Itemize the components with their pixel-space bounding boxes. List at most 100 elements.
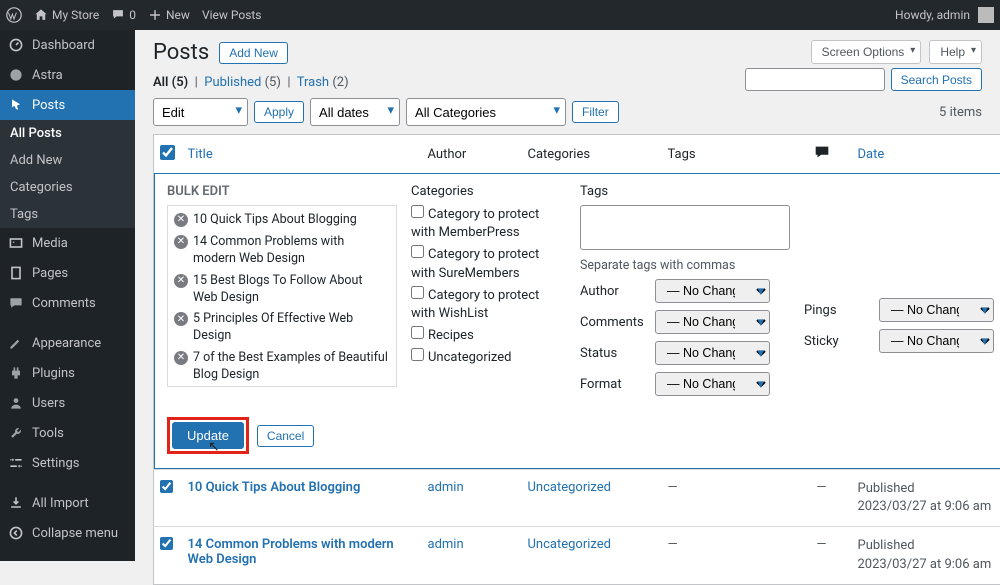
cat-item[interactable]: Category to protect with SureMembers — [411, 245, 566, 282]
author-link[interactable]: admin — [428, 480, 464, 495]
author-select[interactable]: — No Change — — [655, 279, 770, 303]
add-new-button[interactable]: Add New — [219, 42, 288, 64]
menu-astra[interactable]: Astra — [0, 60, 135, 90]
category-link[interactable]: Uncategorized — [528, 480, 611, 495]
comments-link[interactable]: 0 — [111, 8, 136, 22]
new-link[interactable]: New — [148, 8, 190, 22]
view-published[interactable]: Published (5) — [204, 75, 281, 90]
menu-posts[interactable]: Posts — [0, 90, 135, 120]
submenu-tags[interactable]: Tags — [0, 201, 135, 228]
post-title-link[interactable]: 10 Quick Tips About Blogging — [188, 480, 361, 495]
table-row: 10 Quick Tips About Blogging admin Uncat… — [154, 470, 1000, 527]
bulk-title-item: ✕10 Quick Tips About Blogging — [174, 212, 390, 229]
menu-collapse[interactable]: Collapse menu — [0, 518, 135, 548]
comments-value: — — [816, 480, 826, 495]
tags-value: — — [668, 537, 678, 552]
cursor-icon: ↖ — [208, 439, 220, 455]
date-filter-select[interactable]: All dates — [310, 98, 400, 126]
howdy-text[interactable]: Howdy, admin — [895, 8, 970, 22]
submenu-add-new[interactable]: Add New — [0, 147, 135, 174]
update-highlight: Update ↖ — [167, 417, 249, 454]
view-all[interactable]: All (5) — [153, 75, 188, 90]
help-button[interactable]: Help — [929, 40, 982, 64]
remove-icon[interactable]: ✕ — [174, 312, 188, 326]
format-select[interactable]: — No Change — — [655, 372, 770, 396]
tags-textarea[interactable] — [580, 205, 790, 250]
submenu-all-posts[interactable]: All Posts — [0, 120, 135, 147]
menu-media[interactable]: Media — [0, 228, 135, 258]
menu-pages[interactable]: Pages — [0, 258, 135, 288]
date-status: Published — [858, 481, 915, 496]
bulk-title-item: ✕7 of the Best Examples of Beautiful Blo… — [174, 350, 390, 384]
bulk-title-item: ✕14 Common Problems with modern Web Desi… — [174, 234, 390, 268]
pings-label: Pings — [804, 303, 869, 318]
col-tags: Tags — [662, 135, 792, 174]
col-date[interactable]: Date — [858, 147, 885, 162]
cat-item[interactable]: Category to protect with MemberPress — [411, 205, 566, 242]
site-home[interactable]: My Store — [34, 8, 99, 22]
category-filter-select[interactable]: All Categories — [406, 98, 566, 126]
status-select[interactable]: — No Change — — [655, 341, 770, 365]
apply-button[interactable]: Apply — [254, 101, 304, 123]
date-status: Published — [858, 538, 915, 553]
format-label: Format — [580, 377, 645, 392]
remove-icon[interactable]: ✕ — [174, 274, 188, 288]
status-label: Status — [580, 346, 645, 361]
pings-select[interactable]: — No Change — — [879, 298, 994, 322]
cat-item[interactable]: Category to protect with WishList — [411, 286, 566, 323]
view-posts-link[interactable]: View Posts — [202, 8, 262, 22]
admin-bar: My Store 0 New View Posts Howdy, admin — [0, 0, 1000, 30]
items-count: 5 items — [939, 105, 982, 120]
post-title-link[interactable]: 14 Common Problems with modern Web Desig… — [188, 537, 394, 567]
sticky-label: Sticky — [804, 334, 869, 349]
table-row: 14 Common Problems with modern Web Desig… — [154, 527, 1000, 584]
posts-table: Title Author Categories Tags Date BULK E… — [153, 134, 1000, 585]
select-all-checkbox[interactable] — [160, 145, 175, 160]
category-link[interactable]: Uncategorized — [528, 537, 611, 552]
remove-icon[interactable]: ✕ — [174, 351, 188, 365]
comments-label: Comments — [580, 315, 645, 330]
filter-button[interactable]: Filter — [572, 101, 619, 123]
cat-item[interactable]: Uncategorized — [411, 348, 566, 367]
author-link[interactable]: admin — [428, 537, 464, 552]
menu-settings[interactable]: Settings — [0, 448, 135, 478]
bulk-title-item: ✕15 Best Blogs To Follow About Web Desig… — [174, 273, 390, 307]
search-posts-button[interactable]: Search Posts — [891, 68, 982, 91]
main-content: Screen Options Help Posts Add New All (5… — [135, 30, 1000, 585]
menu-comments[interactable]: Comments — [0, 288, 135, 318]
sticky-select[interactable]: — No Change — — [879, 329, 994, 353]
view-trash[interactable]: Trash (2) — [297, 75, 349, 90]
menu-appearance[interactable]: Appearance — [0, 328, 135, 358]
comments-select[interactable]: — No Change — — [655, 310, 770, 334]
tags-label: Tags — [580, 184, 790, 199]
date-value: 2023/03/27 at 9:06 am — [858, 557, 992, 572]
col-title[interactable]: Title — [188, 147, 213, 162]
avatar[interactable] — [978, 7, 994, 23]
menu-users[interactable]: Users — [0, 388, 135, 418]
menu-all-import[interactable]: All Import — [0, 488, 135, 518]
cancel-button[interactable]: Cancel — [257, 425, 314, 447]
categories-checklist: Category to protect with MemberPress Cat… — [411, 205, 566, 368]
screen-options-button[interactable]: Screen Options — [811, 40, 922, 64]
comment-icon — [813, 143, 831, 161]
menu-tools[interactable]: Tools — [0, 418, 135, 448]
tags-value: — — [668, 480, 678, 495]
remove-icon[interactable]: ✕ — [174, 213, 188, 227]
cat-item[interactable]: Recipes — [411, 326, 566, 345]
bulk-edit-panel: BULK EDIT ✕10 Quick Tips About Blogging … — [154, 173, 1000, 469]
bulk-title-item: ✕5 Principles Of Effective Web Design — [174, 311, 390, 345]
remove-icon[interactable]: ✕ — [174, 235, 188, 249]
col-author: Author — [422, 135, 522, 174]
bulk-action-select[interactable]: Edit — [153, 98, 248, 126]
author-label: Author — [580, 284, 645, 299]
row-checkbox[interactable] — [160, 480, 173, 493]
menu-dashboard[interactable]: Dashboard — [0, 30, 135, 60]
posts-submenu: All Posts Add New Categories Tags — [0, 120, 135, 228]
categories-label: Categories — [411, 184, 566, 199]
search-input[interactable] — [745, 68, 885, 91]
menu-plugins[interactable]: Plugins — [0, 358, 135, 388]
site-name: My Store — [52, 8, 99, 22]
submenu-categories[interactable]: Categories — [0, 174, 135, 201]
wp-logo[interactable] — [6, 7, 22, 23]
row-checkbox[interactable] — [160, 537, 173, 550]
